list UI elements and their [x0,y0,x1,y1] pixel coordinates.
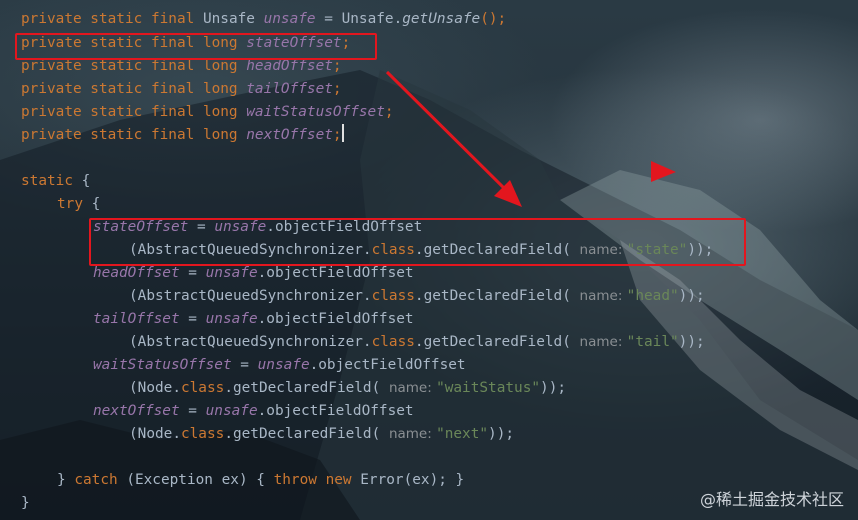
watermark: @稀土掘金技术社区 [699,490,844,509]
highlight-box-state-offset-assign [89,218,746,266]
code-line-tail-offset-decl: private static final long tailOffset; [21,81,342,97]
code-line-head-getfield: (AbstractQueuedSynchronizer.class.getDec… [129,288,705,304]
code-line-catch: } catch (Exception ex) { throw new Error… [57,472,465,488]
code-line-static-block: static { [21,173,91,189]
code-line-next-offset-decl: private static final long nextOffset; [21,124,344,146]
code-line-tail-assign: tailOffset = unsafe.objectFieldOffset [93,311,414,327]
text-cursor [341,124,344,142]
code-line-try: try { [57,196,101,212]
code-line-waitstatus-getfield: (Node.class.getDeclaredField( name: "wai… [129,380,567,396]
code-line-waitstatus-offset-decl: private static final long waitStatusOffs… [21,104,394,120]
code-line-tail-getfield: (AbstractQueuedSynchronizer.class.getDec… [129,334,705,350]
code-line-waitstatus-assign: waitStatusOffset = unsafe.objectFieldOff… [93,357,466,373]
code-line-next-assign: nextOffset = unsafe.objectFieldOffset [93,403,414,419]
code-line-close-static: } [21,495,30,511]
code-line-unsafe: private static final Unsafe unsafe = Uns… [21,11,507,27]
highlight-box-state-offset-decl [15,33,377,60]
code-line-next-getfield: (Node.class.getDeclaredField( name: "nex… [129,426,515,442]
